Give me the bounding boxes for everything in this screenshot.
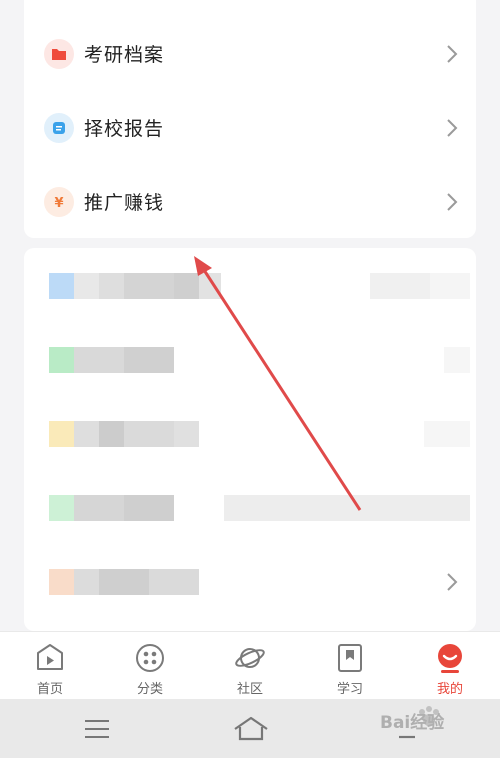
tab-community[interactable]: 社区 bbox=[200, 638, 300, 698]
tab-study[interactable]: 学习 bbox=[300, 638, 400, 698]
blurred-list-item[interactable] bbox=[24, 408, 476, 478]
blurred-list-item[interactable] bbox=[24, 558, 476, 628]
menu-icon[interactable] bbox=[84, 718, 110, 740]
profile-icon bbox=[438, 644, 462, 673]
menu-item-kaoyan-archive[interactable]: 考研档案 bbox=[24, 24, 476, 84]
blurred-list-item[interactable] bbox=[24, 336, 476, 406]
menu-item-label: 考研档案 bbox=[84, 44, 165, 66]
chevron-right-icon bbox=[447, 45, 458, 63]
profile-menu-card: 考研档案 择校报告 ¥ 推广赚钱 bbox=[24, 0, 476, 238]
blurred-list-item[interactable] bbox=[24, 262, 476, 332]
tab-label: 分类 bbox=[136, 682, 163, 697]
tab-mine[interactable]: 我的 bbox=[400, 638, 500, 698]
tab-label: 我的 bbox=[436, 682, 463, 697]
menu-item-promote-earn[interactable]: ¥ 推广赚钱 bbox=[24, 172, 476, 232]
tab-label: 学习 bbox=[336, 682, 363, 697]
menu-item-label: 推广赚钱 bbox=[84, 192, 165, 214]
report-icon bbox=[44, 113, 74, 143]
home-play-icon bbox=[37, 644, 63, 670]
obscured-settings-card bbox=[24, 248, 476, 631]
folder-icon bbox=[44, 39, 74, 69]
bottom-tab-bar: 首页 分类 社区 学习 我的 bbox=[0, 631, 500, 700]
home-icon[interactable] bbox=[233, 715, 269, 741]
tab-label: 首页 bbox=[36, 682, 63, 697]
yen-icon: ¥ bbox=[44, 187, 74, 217]
chevron-right-icon bbox=[447, 573, 458, 591]
menu-item-label: 择校报告 bbox=[84, 118, 165, 140]
category-icon bbox=[136, 644, 164, 672]
tab-home[interactable]: 首页 bbox=[0, 638, 100, 698]
tab-label: 社区 bbox=[236, 682, 263, 697]
menu-item-school-report[interactable]: 择校报告 bbox=[24, 98, 476, 158]
blurred-list-item[interactable] bbox=[24, 484, 476, 554]
planet-icon bbox=[235, 648, 265, 668]
chevron-right-icon bbox=[447, 119, 458, 137]
tab-category[interactable]: 分类 bbox=[100, 638, 200, 698]
chevron-right-icon bbox=[447, 193, 458, 211]
bookmark-icon bbox=[338, 644, 362, 672]
svg-text:¥: ¥ bbox=[54, 196, 63, 211]
watermark-text: Bai经验 bbox=[380, 713, 445, 733]
baidu-jingyan-watermark: Bai经验 bbox=[380, 700, 480, 746]
